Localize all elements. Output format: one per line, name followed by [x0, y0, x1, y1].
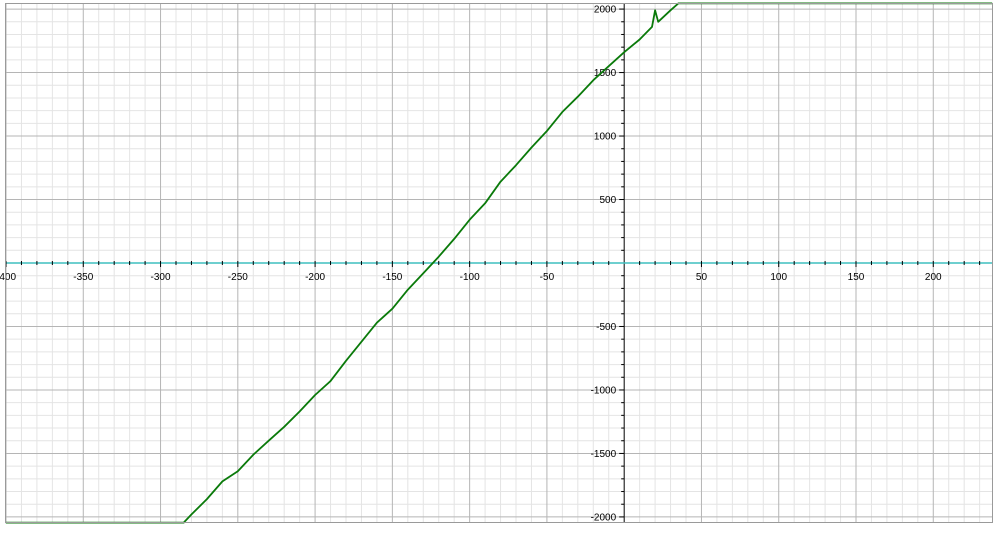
x-tick-label: -50: [540, 272, 555, 283]
x-tick-label: -150: [382, 272, 402, 283]
data-point: [190, 513, 193, 515]
x-tick-label: -100: [460, 272, 480, 283]
x-tick-label: -250: [228, 272, 248, 283]
x-tick-label: -400: [0, 272, 16, 283]
axes: [6, 4, 992, 522]
data-point: [268, 440, 270, 442]
y-tick-label: 2000: [594, 5, 617, 16]
data-point: [314, 394, 316, 396]
data-point: [299, 410, 301, 413]
data-point: [469, 219, 471, 221]
x-tick-label: 100: [770, 272, 787, 283]
data-point: [561, 111, 563, 113]
data-point: [654, 9, 656, 11]
x-tick-label: -350: [73, 272, 93, 283]
data-point: [639, 38, 641, 41]
data-point: [657, 21, 659, 23]
x-tick-label: 50: [696, 272, 708, 283]
data-point: [651, 26, 653, 28]
data-point: [237, 470, 239, 472]
data-point: [577, 96, 579, 98]
data-point: [376, 322, 378, 324]
data-point: [221, 480, 223, 482]
x-tick-label: -200: [305, 272, 325, 283]
data-point: [283, 426, 285, 428]
data-point: [453, 238, 455, 240]
data-point: [345, 360, 347, 362]
data-point: [206, 498, 208, 500]
tick-labels: -400 -350 -300 -250 -200 -150 -100 -50 50 100 150 2…: [0, 5, 942, 524]
chart-plot: -400 -350 -300 -250 -200 -150 -100 -50 50 100 150 2…: [0, 2, 993, 524]
chart: -400 -350 -300 -250 -200 -150 -100 -50 50 100 150 2…: [0, 0, 998, 531]
y-tick-label: -500: [596, 322, 616, 333]
data-point: [407, 289, 409, 291]
y-tick-label: 500: [599, 195, 616, 206]
x-tick-label: 150: [848, 272, 865, 283]
data-point: [669, 9, 672, 11]
data-point: [499, 181, 502, 183]
data-point: [515, 164, 517, 166]
data-point: [608, 65, 610, 67]
data-point: [422, 272, 424, 274]
data-point: [623, 51, 625, 53]
data-point: [391, 308, 393, 310]
x-tick-label: 200: [925, 272, 942, 283]
data-point: [530, 146, 533, 149]
data-point: [438, 256, 440, 258]
y-tick-label: -2000: [591, 512, 617, 523]
data-point: [592, 79, 594, 81]
data-point: [329, 380, 332, 382]
data-point: [360, 341, 363, 343]
data-point: [546, 130, 548, 132]
data-point: [252, 454, 254, 456]
y-tick-label: -1000: [591, 385, 617, 396]
x-tick-label: -300: [151, 272, 171, 283]
data-point: [484, 202, 486, 204]
y-tick-label: 1000: [594, 132, 617, 143]
y-tick-label: -1500: [591, 449, 617, 460]
